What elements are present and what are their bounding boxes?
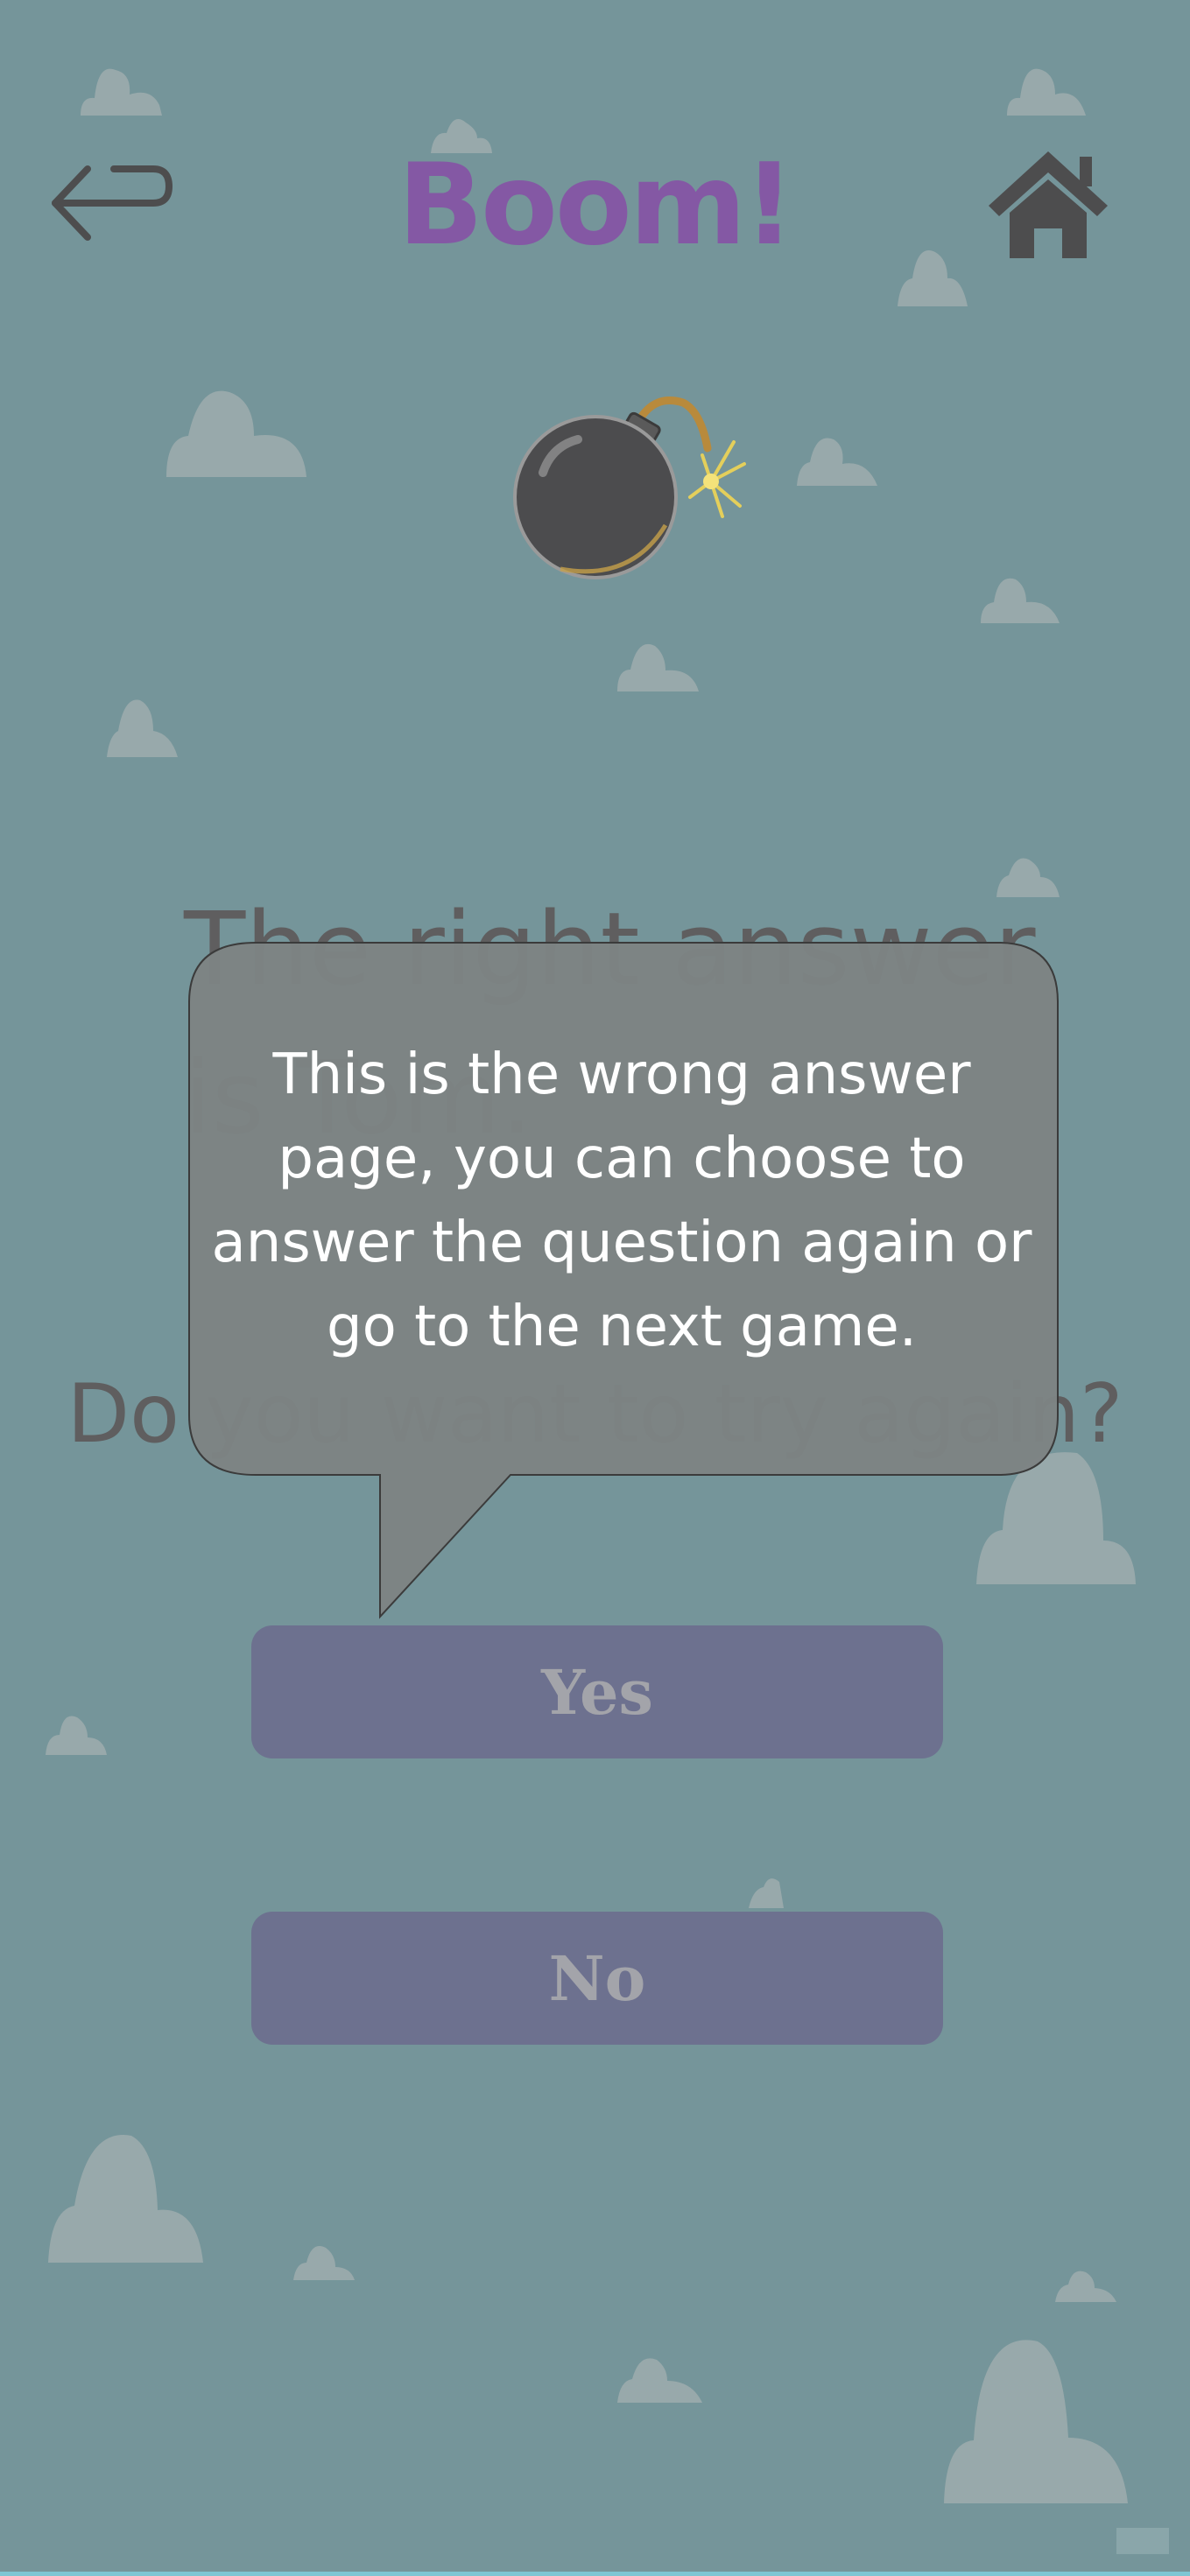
- bomb-icon: [513, 397, 746, 579]
- no-button[interactable]: No: [251, 1912, 943, 2045]
- try-again-question: Do you want to try again?: [67, 1366, 1123, 1461]
- home-icon: [989, 151, 1108, 258]
- yes-button[interactable]: Yes: [251, 1625, 943, 1758]
- tooltip-text: This is the wrong answer page, you can c…: [211, 1042, 1032, 1359]
- corner-tab: [1116, 2528, 1169, 2554]
- home-button[interactable]: [985, 144, 1112, 263]
- bottom-edge-line: [0, 2572, 1190, 2576]
